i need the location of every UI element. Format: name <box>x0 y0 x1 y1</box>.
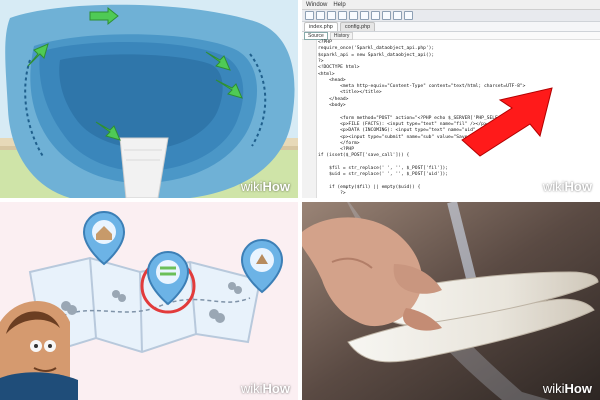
wikihow-watermark: wikiHow <box>542 381 592 396</box>
wikihow-image-grid: wikiHow Window Help index.php config.php… <box>0 0 600 400</box>
map-pins-illustration <box>0 202 298 400</box>
daikon-photo-illustration <box>302 202 600 400</box>
tile-map-with-pins: wikiHow <box>0 202 298 400</box>
tile-blue-fabric-tube: wikiHow <box>0 0 298 198</box>
wikihow-watermark: wikiHow <box>240 179 290 194</box>
tile-washing-daikon: wikiHow <box>302 202 600 400</box>
red-arrow-annotation <box>461 87 553 157</box>
tile-code-editor-screenshot: Window Help index.php config.php Source … <box>302 0 600 198</box>
wikihow-watermark: wikiHow <box>240 381 290 396</box>
fabric-tube-illustration <box>0 0 298 198</box>
wikihow-watermark: wikiHow <box>542 179 592 194</box>
